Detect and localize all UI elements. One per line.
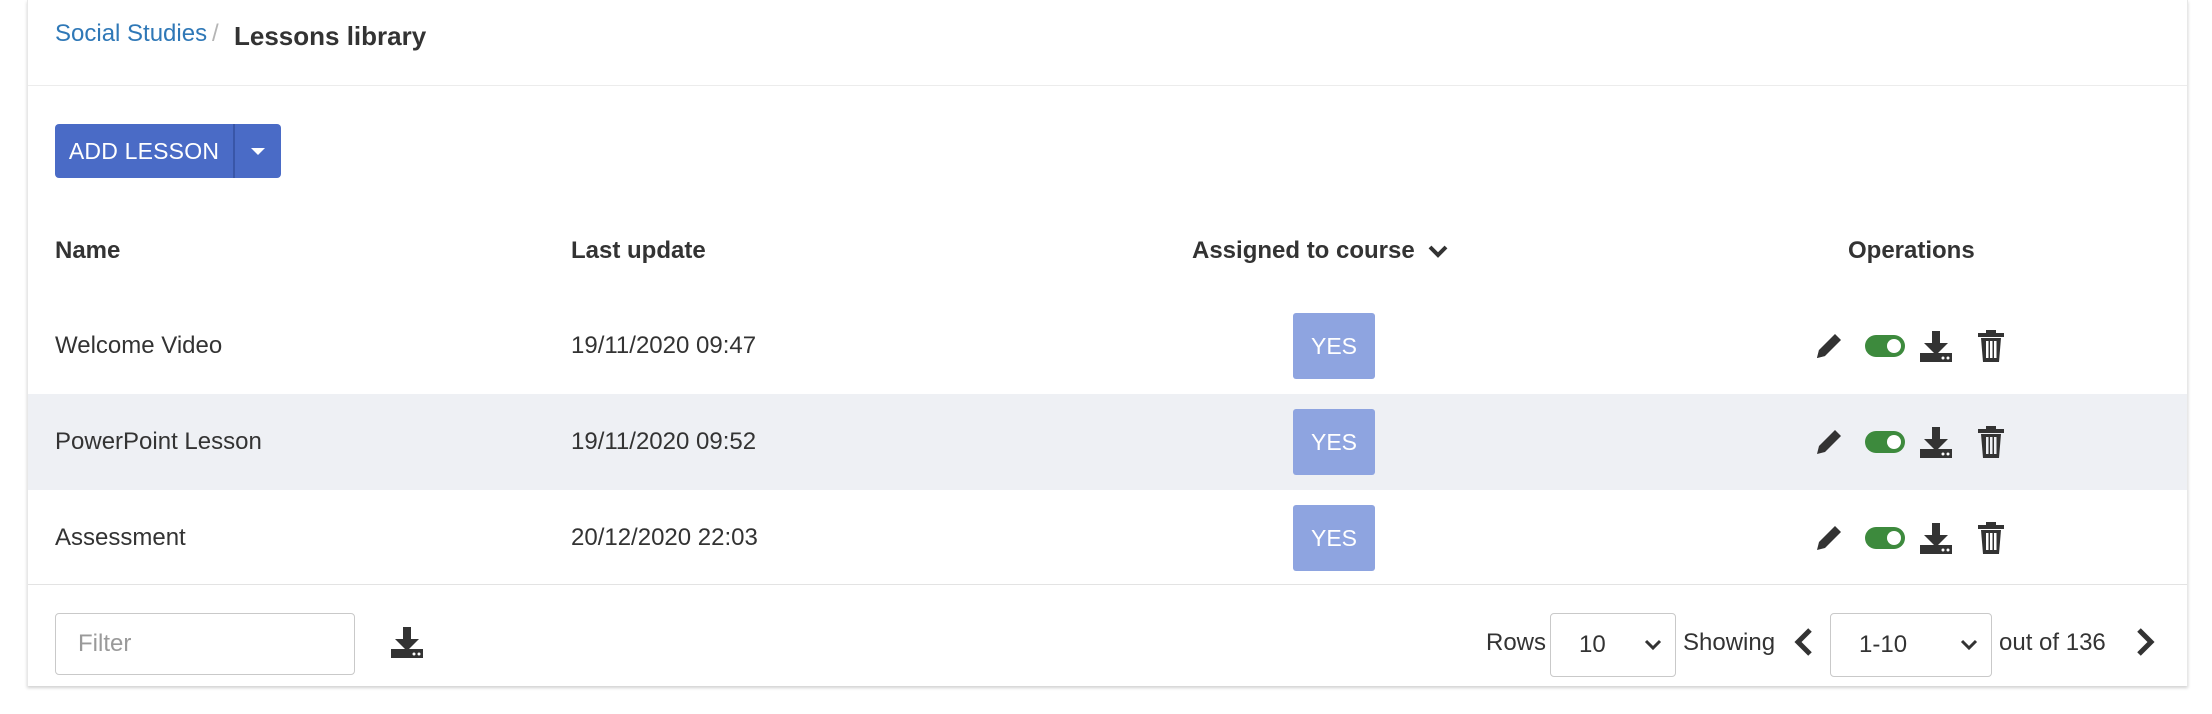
lesson-last-update: 20/12/2020 22:03 bbox=[571, 524, 758, 551]
toggle-on-icon[interactable] bbox=[1864, 334, 1906, 358]
table-row: Welcome Video 19/11/2020 09:47 YES bbox=[28, 298, 2187, 394]
chevron-down-icon bbox=[1960, 639, 1978, 651]
breadcrumb-separator: / bbox=[212, 20, 219, 47]
pencil-icon[interactable] bbox=[1812, 425, 1846, 459]
operations-cell bbox=[1812, 490, 2006, 586]
column-header-name[interactable]: Name bbox=[55, 237, 120, 265]
assigned-badge[interactable]: YES bbox=[1293, 313, 1375, 379]
chevron-left-icon[interactable] bbox=[1793, 627, 1815, 657]
page-title: Lessons library bbox=[234, 21, 427, 51]
column-header-operations: Operations bbox=[1848, 237, 1975, 264]
filter-input[interactable] bbox=[55, 613, 355, 675]
chevron-down-icon bbox=[1428, 245, 1448, 258]
lesson-name[interactable]: Welcome Video bbox=[55, 298, 222, 394]
toggle-on-icon[interactable] bbox=[1864, 430, 1906, 454]
lessons-card: Social Studies / Lessons library ADD LES… bbox=[27, 0, 2188, 686]
lesson-last-update: 19/11/2020 09:52 bbox=[571, 428, 757, 455]
column-header-last-update[interactable]: Last update bbox=[571, 237, 706, 265]
total-count-label: out of 136 bbox=[1999, 629, 2106, 656]
operations-cell bbox=[1812, 394, 2006, 490]
trash-icon[interactable] bbox=[1976, 425, 2006, 459]
rows-per-page-value: 10 bbox=[1579, 631, 1606, 658]
table-row: Assessment 20/12/2020 22:03 YES bbox=[28, 490, 2187, 586]
add-lesson-button[interactable]: ADD LESSON bbox=[55, 124, 233, 178]
trash-icon[interactable] bbox=[1976, 329, 2006, 363]
rows-label: Rows bbox=[1486, 629, 1547, 656]
pencil-icon[interactable] bbox=[1812, 521, 1846, 555]
chevron-right-icon[interactable] bbox=[2134, 627, 2156, 657]
column-header-assigned[interactable]: Assigned to course bbox=[1192, 237, 1449, 265]
assigned-badge[interactable]: YES bbox=[1293, 409, 1375, 475]
assigned-cell: YES bbox=[1293, 394, 1375, 490]
showing-label: Showing bbox=[1683, 629, 1776, 656]
page-range-value: 1-10 bbox=[1859, 631, 1908, 658]
trash-icon[interactable] bbox=[1976, 521, 2006, 555]
lesson-name[interactable]: Assessment bbox=[55, 490, 186, 586]
table-row: PowerPoint Lesson 19/11/2020 09:52 YES bbox=[28, 394, 2187, 490]
assigned-cell: YES bbox=[1293, 490, 1375, 586]
page-range-select[interactable]: 1-10 bbox=[1830, 613, 1992, 677]
assigned-badge[interactable]: YES bbox=[1293, 505, 1375, 571]
pencil-icon[interactable] bbox=[1812, 329, 1846, 363]
chevron-down-icon bbox=[1644, 639, 1662, 651]
download-icon[interactable] bbox=[1918, 425, 1954, 459]
breadcrumb: Social Studies / Lessons library bbox=[28, 0, 2187, 86]
breadcrumb-social-studies[interactable]: Social Studies bbox=[55, 20, 207, 48]
add-lesson-button-group: ADD LESSON bbox=[55, 124, 281, 178]
column-header-assigned-label: Assigned to course bbox=[1192, 237, 1415, 264]
download-icon[interactable] bbox=[1918, 329, 1954, 363]
lesson-last-update: 19/11/2020 09:47 bbox=[571, 332, 757, 359]
operations-cell bbox=[1812, 298, 2006, 394]
assigned-cell: YES bbox=[1293, 298, 1375, 394]
download-icon[interactable] bbox=[1918, 521, 1954, 555]
table-footer: Rows 10 Showing 1-10 out of 136 bbox=[28, 584, 2187, 686]
toggle-on-icon[interactable] bbox=[1864, 526, 1906, 550]
add-lesson-dropdown-toggle[interactable] bbox=[235, 124, 281, 178]
rows-per-page-select[interactable]: 10 bbox=[1550, 613, 1676, 677]
caret-down-icon bbox=[251, 147, 265, 155]
download-icon[interactable] bbox=[389, 625, 425, 659]
lesson-name[interactable]: PowerPoint Lesson bbox=[55, 394, 262, 490]
